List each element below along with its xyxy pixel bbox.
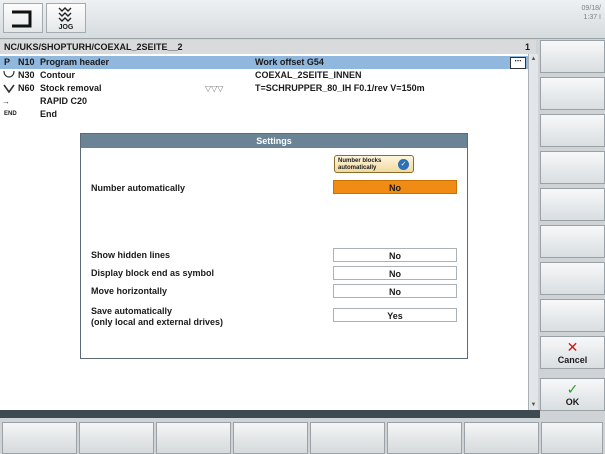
row-detail: COEXAL_2SEITE_INNEN bbox=[255, 70, 362, 80]
vertical-softkey[interactable] bbox=[540, 151, 605, 184]
row-text: End bbox=[40, 109, 57, 119]
horizontal-softkey[interactable] bbox=[233, 422, 308, 454]
vertical-softkey-bar: ✕ Cancel ✓ OK bbox=[540, 40, 605, 414]
setting-label-line: Save automatically bbox=[91, 306, 173, 316]
cancel-icon: ✕ bbox=[566, 339, 579, 355]
number-automatically-select[interactable]: No bbox=[333, 180, 457, 194]
horizontal-softkey[interactable] bbox=[387, 422, 462, 454]
menu-back-button[interactable] bbox=[3, 3, 43, 33]
program-row[interactable]: N30 Contour COEXAL_2SEITE_INNEN bbox=[0, 69, 528, 82]
row-text: Program header bbox=[40, 57, 110, 67]
row-text: Stock removal bbox=[40, 83, 102, 93]
row-block-number: N30 bbox=[18, 70, 35, 80]
scroll-down-icon[interactable]: ▼ bbox=[529, 402, 538, 408]
horizontal-softkey-bar bbox=[0, 422, 605, 454]
dialog-title: Settings bbox=[81, 134, 467, 148]
rapid-arrow-icon: → bbox=[2, 97, 10, 106]
horizontal-softkey[interactable] bbox=[79, 422, 154, 454]
program-row[interactable]: → RAPID C20 bbox=[0, 95, 528, 108]
program-path-bar: NC/UKS/SHOPTURH/COEXAL_2SEITE__2 1 bbox=[0, 40, 536, 54]
horizontal-softkey[interactable] bbox=[464, 422, 539, 454]
vertical-softkey[interactable] bbox=[540, 188, 605, 221]
move-horizontally-select[interactable]: No bbox=[333, 284, 457, 298]
field-info-badge: Number blocks automatically ✓ bbox=[334, 155, 414, 173]
program-row[interactable]: P N10 Program header Work offset G54 ⋯ bbox=[0, 56, 528, 69]
clock-date: 09/18/ bbox=[581, 5, 601, 12]
horizontal-softkey[interactable] bbox=[541, 422, 603, 454]
jog-mode-button[interactable]: JOG bbox=[46, 3, 86, 33]
clock-time: 1:37 I bbox=[583, 14, 601, 21]
row-text: Contour bbox=[40, 70, 75, 80]
vertical-softkey[interactable] bbox=[540, 299, 605, 332]
mode-label: JOG bbox=[58, 24, 74, 31]
row-tag: END bbox=[4, 111, 17, 117]
cancel-button[interactable]: ✕ Cancel bbox=[540, 336, 605, 369]
ok-check-icon: ✓ bbox=[566, 381, 579, 397]
save-automatically-select[interactable]: Yes bbox=[333, 308, 457, 322]
stock-removal-icon bbox=[3, 84, 15, 94]
settings-dialog: Settings Number blocks automatically ✓ N… bbox=[80, 133, 468, 359]
contour-icon bbox=[3, 70, 15, 78]
row-detail: T=SCHRUPPER_80_IH F0.1/rev V=150m bbox=[255, 83, 425, 93]
setting-label: Display block end as symbol bbox=[91, 268, 215, 278]
top-bar: JOG 09/18/ 1:37 I bbox=[0, 0, 605, 39]
program-row[interactable]: N60 Stock removal ▽▽▽ T=SCHRUPPER_80_IH … bbox=[0, 82, 528, 95]
vertical-softkey[interactable] bbox=[540, 225, 605, 258]
vertical-softkey[interactable] bbox=[540, 262, 605, 295]
program-row[interactable]: END End bbox=[0, 108, 528, 121]
setting-label-note: (only local and external drives) bbox=[91, 317, 224, 327]
horizontal-softkey[interactable] bbox=[2, 422, 77, 454]
row-block-number: N60 bbox=[18, 83, 35, 93]
setting-label: Save automatically (only local and exter… bbox=[91, 306, 223, 328]
display-block-end-select[interactable]: No bbox=[333, 266, 457, 280]
program-path: NC/UKS/SHOPTURH/COEXAL_2SEITE__2 bbox=[4, 42, 183, 52]
vertical-softkey[interactable] bbox=[540, 77, 605, 110]
row-block-number: N10 bbox=[18, 57, 35, 67]
roughing-marker: ▽▽▽ bbox=[205, 84, 224, 93]
row-tag: P bbox=[4, 57, 11, 67]
horizontal-softkey[interactable] bbox=[310, 422, 385, 454]
clock: 09/18/ 1:37 I bbox=[582, 4, 601, 22]
vertical-softkey[interactable] bbox=[540, 40, 605, 73]
editor-scrollbar[interactable]: ▲ ▼ bbox=[528, 54, 538, 410]
status-strip bbox=[0, 410, 540, 418]
more-options-button[interactable]: ⋯ bbox=[510, 57, 526, 69]
menu-back-icon bbox=[12, 10, 32, 28]
channel-number: 1 bbox=[524, 42, 530, 52]
ok-button[interactable]: ✓ OK bbox=[540, 378, 605, 411]
setting-label: Number automatically bbox=[91, 183, 186, 193]
badge-text: Number blocks automatically bbox=[338, 158, 382, 171]
show-hidden-lines-select[interactable]: No bbox=[333, 248, 457, 262]
cancel-label: Cancel bbox=[557, 355, 588, 365]
scroll-up-icon[interactable]: ▲ bbox=[529, 56, 538, 62]
jog-mode-icon bbox=[58, 7, 72, 22]
horizontal-softkey[interactable] bbox=[156, 422, 231, 454]
vertical-softkey[interactable] bbox=[540, 114, 605, 147]
setting-label: Move horizontally bbox=[91, 286, 168, 296]
ok-label: OK bbox=[565, 397, 580, 407]
row-detail: Work offset G54 bbox=[255, 57, 324, 67]
row-text: RAPID C20 bbox=[40, 96, 88, 106]
setting-label: Show hidden lines bbox=[91, 250, 171, 260]
ok-icon: ✓ bbox=[398, 159, 409, 170]
